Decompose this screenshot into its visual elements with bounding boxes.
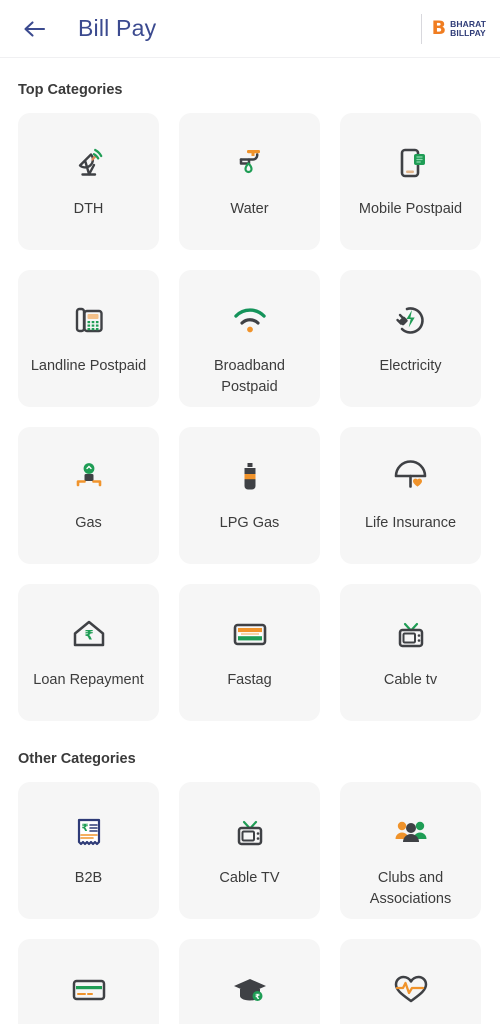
gas-cylinder-icon xyxy=(228,451,272,503)
people-group-icon xyxy=(389,806,433,858)
category-tile-fastag[interactable]: Fastag xyxy=(179,584,320,721)
credit-card-icon xyxy=(67,963,111,1015)
brand-wordmark: BHARAT BILLPAY xyxy=(450,20,486,37)
heart-pulse-icon xyxy=(389,963,433,1015)
category-tile-b2b[interactable]: ₹ B2B xyxy=(18,782,159,919)
gas-meter-icon xyxy=(67,451,111,503)
electric-plug-icon xyxy=(389,294,433,346)
category-tile-dth[interactable]: DTH xyxy=(18,113,159,250)
categories-scroll-area[interactable]: Top Categories DTH Water Mobile Postpaid… xyxy=(0,82,500,1024)
svg-text:₹: ₹ xyxy=(84,629,93,644)
category-tile-cable-tv[interactable]: Cable tv xyxy=(340,584,481,721)
category-label: B2B xyxy=(74,870,103,886)
category-label: Clubs and Associations xyxy=(369,870,452,908)
category-tile-water[interactable]: Water xyxy=(179,113,320,250)
category-tile-clubs-and-associations[interactable]: Clubs and Associations xyxy=(340,782,481,919)
category-label: Landline Postpaid xyxy=(30,358,147,374)
bill-pay-screen: Bill Pay B BHARAT BILLPAY Top Categories xyxy=(0,0,500,1024)
category-tile-life-insurance[interactable]: Life Insurance xyxy=(340,427,481,564)
category-label: DTH xyxy=(73,201,104,217)
satellite-dish-icon xyxy=(67,137,111,189)
category-tile-loan-repayment[interactable]: ₹ Loan Repayment xyxy=(18,584,159,721)
category-label: Mobile Postpaid xyxy=(358,201,463,217)
brand-line-2: BILLPAY xyxy=(450,27,486,38)
category-tile-landline-postpaid[interactable]: Landline Postpaid xyxy=(18,270,159,407)
category-tile-health-insurance[interactable] xyxy=(340,939,481,1024)
category-label: Loan Repayment xyxy=(33,672,144,688)
category-label: Life Insurance xyxy=(364,515,457,531)
arrow-left-icon xyxy=(22,19,48,39)
category-label: Cable TV xyxy=(219,870,280,886)
television-icon xyxy=(228,806,272,858)
category-label: Broadband Postpaid xyxy=(214,358,285,396)
category-label: LPG Gas xyxy=(219,515,280,531)
water-tap-icon xyxy=(228,137,272,189)
category-tile-education-fees[interactable]: ₹ xyxy=(179,939,320,1024)
category-label: Fastag xyxy=(227,672,272,688)
category-tile-credit-card[interactable] xyxy=(18,939,159,1024)
category-label: Gas xyxy=(75,515,102,531)
top-categories-grid: DTH Water Mobile Postpaid Landline Postp… xyxy=(0,113,500,721)
mobile-phone-icon xyxy=(389,137,433,189)
page-title: Bill Pay xyxy=(78,15,157,41)
app-header: Bill Pay B BHARAT BILLPAY xyxy=(0,0,500,58)
category-tile-electricity[interactable]: Electricity xyxy=(340,270,481,407)
graduation-cap-icon: ₹ xyxy=(228,963,272,1015)
category-tile-mobile-postpaid[interactable]: Mobile Postpaid xyxy=(340,113,481,250)
category-tile-broadband-postpaid[interactable]: Broadband Postpaid xyxy=(179,270,320,407)
landline-phone-icon xyxy=(67,294,111,346)
category-tile-gas[interactable]: Gas xyxy=(18,427,159,564)
brand-mark: B xyxy=(431,17,447,39)
category-label: Cable tv xyxy=(383,672,438,688)
svg-text:₹: ₹ xyxy=(81,823,88,834)
wifi-icon xyxy=(228,294,272,346)
category-tile-lpg-gas[interactable]: LPG Gas xyxy=(179,427,320,564)
invoice-rupee-icon: ₹ xyxy=(67,806,111,858)
category-label: Water xyxy=(230,201,269,217)
section-heading-top-categories: Top Categories xyxy=(18,82,123,98)
section-heading-other-categories: Other Categories xyxy=(18,751,136,767)
bharat-billpay-logo: B BHARAT BILLPAY xyxy=(420,13,486,44)
fastag-card-icon xyxy=(228,608,272,660)
category-tile-cable-tv-other[interactable]: Cable TV xyxy=(179,782,320,919)
television-icon xyxy=(389,608,433,660)
back-button[interactable] xyxy=(18,12,52,46)
house-rupee-icon: ₹ xyxy=(67,608,111,660)
umbrella-heart-icon xyxy=(389,451,433,503)
category-label: Electricity xyxy=(379,358,442,374)
svg-text:₹: ₹ xyxy=(255,993,260,1001)
other-categories-grid: ₹ B2B Cable TV Clubs and Associations ₹ xyxy=(0,782,500,1024)
